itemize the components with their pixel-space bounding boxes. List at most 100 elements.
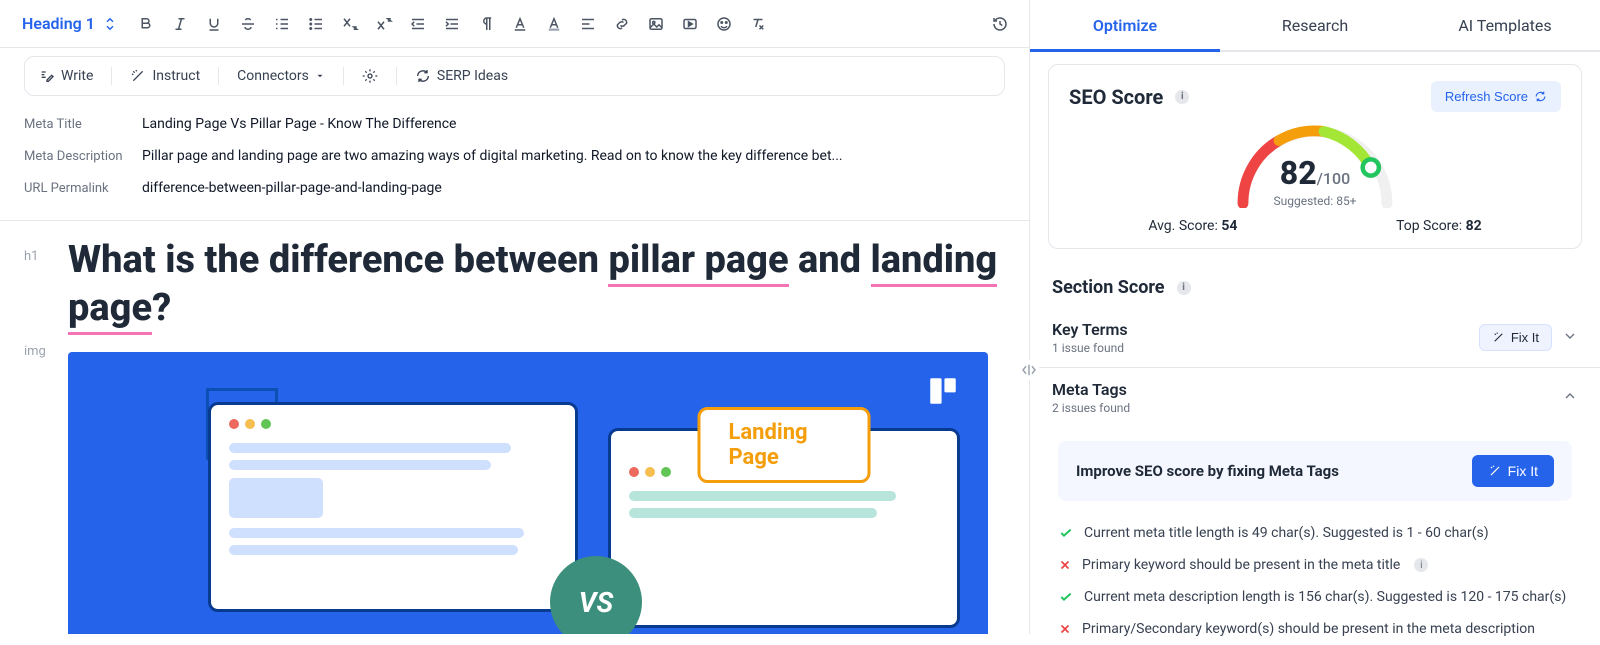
tab-ai-templates[interactable]: AI Templates [1410,0,1600,52]
text-color-button[interactable] [507,11,533,37]
score-footer: Avg. Score: 54 Top Score: 82 [1069,218,1561,234]
highlight-button[interactable] [541,11,567,37]
video-button[interactable] [677,11,703,37]
superscript-button[interactable] [371,11,397,37]
brand-logo-icon [926,374,960,408]
heading-select[interactable]: Heading 1 [16,10,125,37]
outdent-icon [409,15,427,33]
emoji-icon [715,15,733,33]
title-keyword-pillar: pillar page [608,238,788,287]
content[interactable]: What is the difference between pillar pa… [68,237,1005,634]
paragraph-button[interactable] [473,11,499,37]
hero-image[interactable]: Landing Page VS [68,352,988,634]
meta-tags-sub: 2 issues found [1052,401,1130,415]
collapse-meta-tags[interactable] [1562,388,1578,408]
settings-action[interactable] [362,68,378,84]
subscript-icon [341,15,359,33]
info-icon[interactable]: i [1414,558,1428,572]
check-row: Current meta title length is 49 char(s).… [1058,517,1572,549]
check-text: Primary keyword should be present in the… [1082,557,1400,573]
underline-icon [205,15,223,33]
pane-resize-handle[interactable] [1019,360,1039,380]
gauge: 82/100 Suggested: 85+ [1069,118,1561,208]
gear-icon [362,68,378,84]
fix-it-label: Fix It [1508,463,1538,479]
seo-panel: Optimize Research AI Templates SEO Score… [1030,0,1600,634]
bold-icon [137,15,155,33]
image-button[interactable] [643,11,669,37]
hero-card-left [208,402,578,612]
meta-desc-row[interactable]: Meta Description Pillar page and landing… [24,140,1005,172]
meta-perm-row[interactable]: URL Permalink difference-between-pillar-… [24,172,1005,204]
video-icon [681,15,699,33]
tab-optimize[interactable]: Optimize [1030,0,1220,52]
section-key-terms[interactable]: Key Terms 1 issue found Fix It [1030,308,1600,368]
write-label: Write [61,68,93,84]
bullet-list-button[interactable] [303,11,329,37]
section-meta-tags[interactable]: Meta Tags 2 issues found [1030,368,1600,427]
image-icon [647,15,665,33]
meta-tags-title: Meta Tags [1052,380,1130,399]
expand-key-terms[interactable] [1562,328,1578,348]
subscript-button[interactable] [337,11,363,37]
top-value: 82 [1466,218,1482,234]
connectors-action[interactable]: Connectors [237,68,325,84]
hero-card-right: Landing Page [608,428,960,628]
meta-perm-value: difference-between-pillar-page-and-landi… [142,180,1005,196]
refresh-label: Refresh Score [1445,89,1528,104]
fix-meta-tags-button[interactable]: Fix It [1472,455,1554,487]
ordered-list-icon [273,15,291,33]
check-row: Primary keyword should be present in the… [1058,549,1572,581]
superscript-icon [375,15,393,33]
pencil-lines-icon [39,68,55,84]
ordered-list-button[interactable] [269,11,295,37]
refresh-score-button[interactable]: Refresh Score [1431,81,1561,112]
gutter-img: img [24,344,46,359]
avg-label: Avg. Score: [1148,218,1221,234]
fix-label: Fix It [1511,330,1539,345]
key-terms-sub: 1 issue found [1052,341,1128,355]
meta-tags-callout: Improve SEO score by fixing Meta Tags Fi… [1058,441,1572,501]
write-action[interactable]: Write [39,68,93,84]
refresh-icon [415,68,431,84]
action-bar: Write Instruct Connectors SERP Ideas [24,56,1005,96]
serp-label: SERP Ideas [437,68,508,84]
italic-button[interactable] [167,11,193,37]
wand-icon [1492,331,1505,344]
history-button[interactable] [987,11,1013,37]
indent-button[interactable] [439,11,465,37]
underline-button[interactable] [201,11,227,37]
clear-format-button[interactable] [745,11,771,37]
avg-value: 54 [1221,218,1237,234]
info-icon[interactable]: i [1175,90,1189,104]
wand-icon [1488,464,1502,478]
check-icon [1058,525,1074,541]
paragraph-icon [477,15,495,33]
meta-title-row[interactable]: Meta Title Landing Page Vs Pillar Page -… [24,108,1005,140]
page-title[interactable]: What is the difference between pillar pa… [68,237,1005,332]
bold-button[interactable] [133,11,159,37]
serp-action[interactable]: SERP Ideas [415,68,508,84]
meta-tags-checks: Current meta title length is 49 char(s).… [1058,517,1572,645]
gutter: h1 img [24,237,56,634]
check-text: Primary/Secondary keyword(s) should be p… [1082,621,1535,637]
meta-title-label: Meta Title [24,117,142,132]
check-text: Current meta title length is 49 char(s).… [1084,525,1489,541]
instruct-action[interactable]: Instruct [130,68,200,84]
strike-button[interactable] [235,11,261,37]
align-button[interactable] [575,11,601,37]
top-label: Top Score: [1396,218,1466,234]
outdent-button[interactable] [405,11,431,37]
title-text-a: What is the difference between [68,238,608,282]
chevron-down-icon [1562,328,1578,344]
seo-score-card: SEO Score i Refresh Score 82/100 Suggest… [1048,64,1582,249]
editor-pane: Heading 1 Write Instruct [0,0,1030,634]
key-terms-title: Key Terms [1052,320,1128,339]
tab-research[interactable]: Research [1220,0,1410,52]
text-color-icon [511,15,529,33]
fix-key-terms-button[interactable]: Fix It [1479,324,1552,351]
resize-icon [1020,361,1038,379]
info-icon[interactable]: i [1177,281,1191,295]
link-button[interactable] [609,11,635,37]
emoji-button[interactable] [711,11,737,37]
